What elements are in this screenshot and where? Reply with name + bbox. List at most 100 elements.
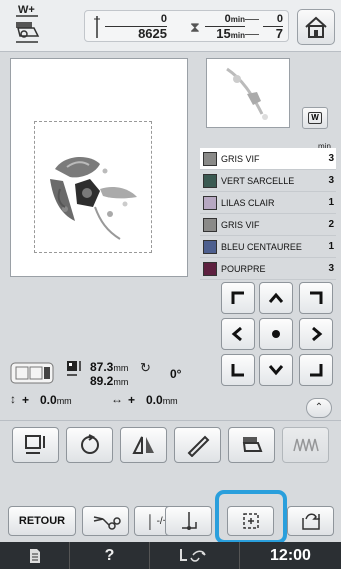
needle-mode-icon [179, 548, 206, 562]
edit-toolbar [0, 420, 341, 468]
needle-status-button[interactable] [150, 542, 240, 569]
time-counter: 0min 15min [205, 14, 245, 43]
scissors-icon [93, 516, 121, 530]
corner-bottom-left-icon [231, 364, 244, 377]
corner-top-right-icon [310, 291, 323, 304]
horizontal-offset-icon: ↔ [111, 392, 123, 406]
design-thumbnail [206, 58, 290, 128]
rotate-icon: ↻ [140, 360, 151, 375]
color-minutes: 3 [328, 153, 334, 164]
offset-x-sign: + [128, 393, 136, 407]
move-left-button[interactable] [221, 318, 255, 350]
density-button[interactable] [282, 427, 329, 463]
status-bar: ? 12:00 [0, 542, 341, 569]
corner-top-left-icon [231, 291, 244, 304]
help-button[interactable]: ? [70, 542, 150, 569]
move-up-button[interactable] [259, 282, 293, 314]
start-point-button[interactable] [165, 506, 212, 536]
home-icon [305, 16, 327, 38]
stitch-view-icon: W [308, 112, 322, 124]
color-minutes: 3 [328, 175, 334, 186]
clock: 12:00 [240, 542, 341, 569]
color-minutes: 3 [328, 263, 334, 274]
move-top-right-button[interactable] [299, 282, 333, 314]
color-minutes: 1 [328, 241, 334, 252]
color-row[interactable]: BLEU CENTAUREE 1 [200, 236, 336, 258]
memory-button[interactable] [287, 506, 334, 536]
chevron-left-icon [231, 326, 242, 342]
color-row[interactable]: GRIS VIF 2 [200, 214, 336, 236]
thread-spool-icon [245, 19, 259, 35]
offset-x-unit: mm [162, 396, 178, 406]
home-button[interactable] [297, 9, 335, 45]
chevron-up-double-icon: ⌃ [314, 402, 324, 413]
edit-button[interactable] [174, 427, 221, 463]
time-unit-top: min [230, 15, 245, 24]
document-button[interactable] [0, 542, 70, 569]
corner-bottom-right-icon [310, 364, 323, 377]
offset-y-unit: mm [56, 396, 72, 406]
move-top-left-button[interactable] [221, 282, 255, 314]
trial-button-highlight [215, 490, 287, 544]
color-row[interactable]: GRIS VIF 3 [200, 148, 336, 170]
color-total: 7 [275, 26, 283, 41]
move-down-button[interactable] [259, 354, 293, 386]
design-info: 87.3mm ↻ 89.2mm 0° ↕ + 0.0mm ↔ + 0.0mm [10, 360, 210, 410]
chevron-right-icon [312, 326, 323, 342]
width-unit: mm [113, 363, 129, 373]
thumbnail-design [226, 67, 268, 120]
color-swatch [203, 151, 217, 166]
time-unit-bottom: min [230, 31, 245, 40]
height-unit: mm [113, 377, 129, 387]
color-row[interactable]: POURPRE 3 [200, 258, 336, 280]
frame-size-icon [10, 362, 54, 384]
move-bottom-left-button[interactable] [221, 354, 255, 386]
top-bar: W+ 0 8625 ⧗ 0min 15min 0 7 [0, 0, 341, 52]
move-right-button[interactable] [299, 318, 333, 350]
color-row[interactable]: VERT SARCELLE 3 [200, 170, 336, 192]
mirror-icon [131, 436, 154, 454]
design-height: 89.2 [90, 374, 114, 388]
color-swatch [203, 239, 217, 254]
presser-foot-wt-icon[interactable]: W+ [12, 4, 42, 46]
stitch-view-button[interactable]: W [302, 107, 328, 129]
rotation-angle: 0° [170, 367, 182, 381]
resize-button[interactable] [12, 427, 59, 463]
help-icon: ? [104, 546, 115, 564]
center-dot-icon [272, 330, 280, 338]
pencil-icon [187, 435, 209, 457]
resize-icon [24, 435, 45, 454]
design-width: 87.3 [90, 360, 114, 374]
presser-foot-button[interactable] [228, 427, 275, 463]
needle-icon [94, 16, 100, 38]
color-name: POURPRE [221, 263, 266, 274]
mirror-button[interactable] [120, 427, 167, 463]
color-name: BLEU CENTAUREE [221, 241, 302, 252]
memory-pocket-icon [301, 513, 320, 530]
color-swatch [203, 195, 217, 210]
color-name: LILAS CLAIR [221, 197, 275, 208]
progress-counter: 0 8625 ⧗ 0min 15min 0 7 [84, 10, 289, 42]
color-name: GRIS VIF [221, 153, 260, 164]
thread-cut-button[interactable] [82, 506, 129, 536]
offset-y: 0.0 [40, 393, 57, 407]
clock-time: 12:00 [270, 546, 311, 564]
presser-foot-icon [242, 437, 262, 452]
color-counter: 0 7 [263, 14, 283, 41]
document-icon [29, 548, 40, 563]
color-row[interactable]: LILAS CLAIR 1 [200, 192, 336, 214]
move-bottom-right-button[interactable] [299, 354, 333, 386]
color-minutes: 2 [328, 219, 334, 230]
offset-x: 0.0 [146, 393, 163, 407]
expand-up-button[interactable]: ⌃ [306, 398, 332, 418]
embroidery-preview[interactable] [10, 58, 188, 277]
vertical-offset-icon: ↕ [10, 392, 16, 406]
rotate-button[interactable] [66, 427, 113, 463]
color-swatch [203, 173, 217, 188]
embroidery-design [50, 157, 137, 240]
retour-button[interactable]: RETOUR [8, 506, 76, 536]
center-button[interactable] [259, 318, 293, 350]
size-icon [67, 361, 81, 376]
rotate-icon [80, 434, 99, 454]
offset-y-sign: + [22, 393, 30, 407]
